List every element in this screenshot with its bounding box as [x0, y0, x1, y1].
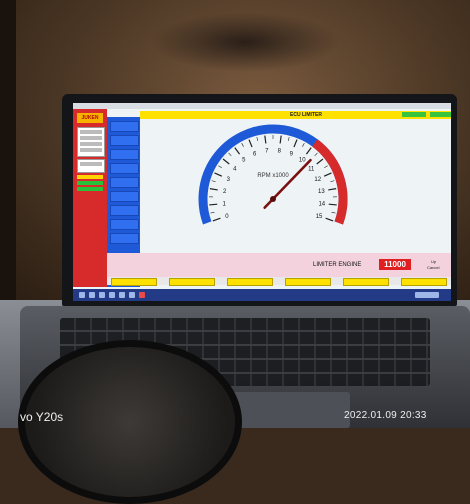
wall-shadow [150, 12, 340, 72]
status-chip-1 [402, 112, 426, 117]
menu-cell[interactable] [110, 163, 139, 174]
gauge-tick-label: 8 [278, 148, 282, 154]
gauge-tick [306, 148, 311, 154]
limiter-value[interactable]: 11000 [379, 259, 411, 270]
gauge-tick [324, 166, 327, 168]
header-bar: ECU LIMITER [140, 111, 451, 119]
gauge-tick-label: 6 [253, 152, 257, 158]
browser-icon[interactable] [129, 292, 135, 298]
gauge-tick-label: 2 [223, 189, 227, 195]
gauge-tick [242, 143, 244, 146]
sidebar-green-item[interactable] [77, 181, 103, 185]
gauge-tick [332, 212, 336, 213]
gauge-tick [215, 173, 222, 176]
gauge-tick [212, 181, 216, 182]
search-icon[interactable] [89, 292, 95, 298]
gauge-tick-label: 13 [318, 189, 325, 195]
menu-cell[interactable] [110, 233, 139, 244]
gauge-tick [265, 136, 266, 144]
bottom-button-row [107, 277, 451, 285]
bottom-button-2[interactable] [169, 278, 215, 286]
bottom-button-1[interactable] [111, 278, 157, 286]
gauge-tick [210, 189, 218, 190]
menu-cell[interactable] [110, 205, 139, 216]
gauge-tick [209, 204, 217, 205]
gauge-tick-label: 9 [290, 152, 294, 158]
gauge-tick [280, 136, 281, 144]
gauge-tick-label: 11 [308, 166, 315, 172]
bottom-button-3[interactable] [227, 278, 273, 286]
gauge-tick-label: 10 [299, 158, 306, 164]
juken-logo: JUKEN [77, 113, 103, 123]
windows-taskbar [73, 289, 451, 301]
gauge-tick [324, 173, 331, 176]
menu-cell[interactable] [110, 177, 139, 188]
bottom-button-4[interactable] [285, 278, 331, 286]
watermark-device: vo Y20s [20, 410, 63, 424]
gauge-tick [294, 140, 297, 147]
gauge-tick [223, 159, 229, 164]
menu-cell[interactable] [110, 135, 139, 146]
window-titlebar [73, 103, 451, 109]
sidebar-panel [77, 159, 105, 173]
bottom-button-5[interactable] [343, 278, 389, 286]
gauge-tick-label: 15 [316, 214, 323, 220]
rpm-gauge: 0123456789101112131415 RPM x1000 [183, 119, 363, 259]
sidebar-yellow-item[interactable] [77, 175, 103, 179]
limiter-panel: LIMITER ENGINE 11000 Up Cancel [107, 253, 451, 277]
left-sidebar: JUKEN [73, 109, 107, 287]
gauge-tick-label: 4 [233, 166, 237, 172]
status-chip-2 [430, 112, 451, 117]
folder-icon[interactable] [119, 292, 125, 298]
sidebar-green-item-2[interactable] [77, 187, 103, 191]
gauge-tick-label: 14 [318, 202, 325, 208]
gauge-tick [328, 189, 336, 190]
start-icon[interactable] [79, 292, 85, 298]
gauge-tick [211, 212, 215, 213]
gauge-tick [317, 159, 323, 164]
gauge-tick-label: 3 [227, 177, 231, 183]
gauge-tick [249, 140, 252, 147]
menu-cell[interactable] [110, 219, 139, 230]
gauge-tick-label: 1 [223, 202, 227, 208]
gauge-hub [270, 196, 276, 202]
menu-cell[interactable] [110, 191, 139, 202]
gauge-tick-label: 7 [265, 148, 269, 154]
gauge-tick [302, 143, 304, 146]
watermark-datetime: 2022.01.09 20:33 [344, 410, 427, 421]
up-button[interactable]: Up [431, 259, 436, 264]
gauge-tick [257, 137, 258, 141]
gauge-tick-label: 0 [225, 214, 229, 220]
task-view-icon[interactable] [99, 292, 105, 298]
app-icon[interactable] [109, 292, 115, 298]
limiter-label: LIMITER ENGINE [313, 262, 361, 268]
bottom-button-6[interactable] [401, 278, 447, 286]
gauge-tick [235, 148, 240, 154]
gauge-tick-label: 5 [242, 158, 246, 164]
gauge-tick [329, 204, 337, 205]
gauge-tick-label: 12 [314, 177, 321, 183]
menu-cell[interactable] [110, 121, 139, 132]
gauge-tick [326, 218, 334, 221]
gauge-tick [315, 153, 318, 156]
gauge-tick [218, 166, 221, 168]
gauge-tick [213, 218, 221, 221]
sidebar-menu [77, 127, 105, 157]
page-title: ECU LIMITER [290, 111, 322, 119]
gauge-label: RPM x1000 [257, 173, 289, 179]
system-tray[interactable] [415, 292, 439, 298]
gauge-tick [229, 153, 232, 156]
cancel-button[interactable]: Cancel [427, 265, 439, 270]
gauge-tick [288, 137, 289, 141]
gauge-tick [330, 181, 334, 182]
laptop-screen: JUKEN ECU LIMITER 0123456789101112131415… [73, 103, 451, 301]
juken-taskbar-icon[interactable] [139, 292, 145, 298]
menu-cell[interactable] [110, 149, 139, 160]
